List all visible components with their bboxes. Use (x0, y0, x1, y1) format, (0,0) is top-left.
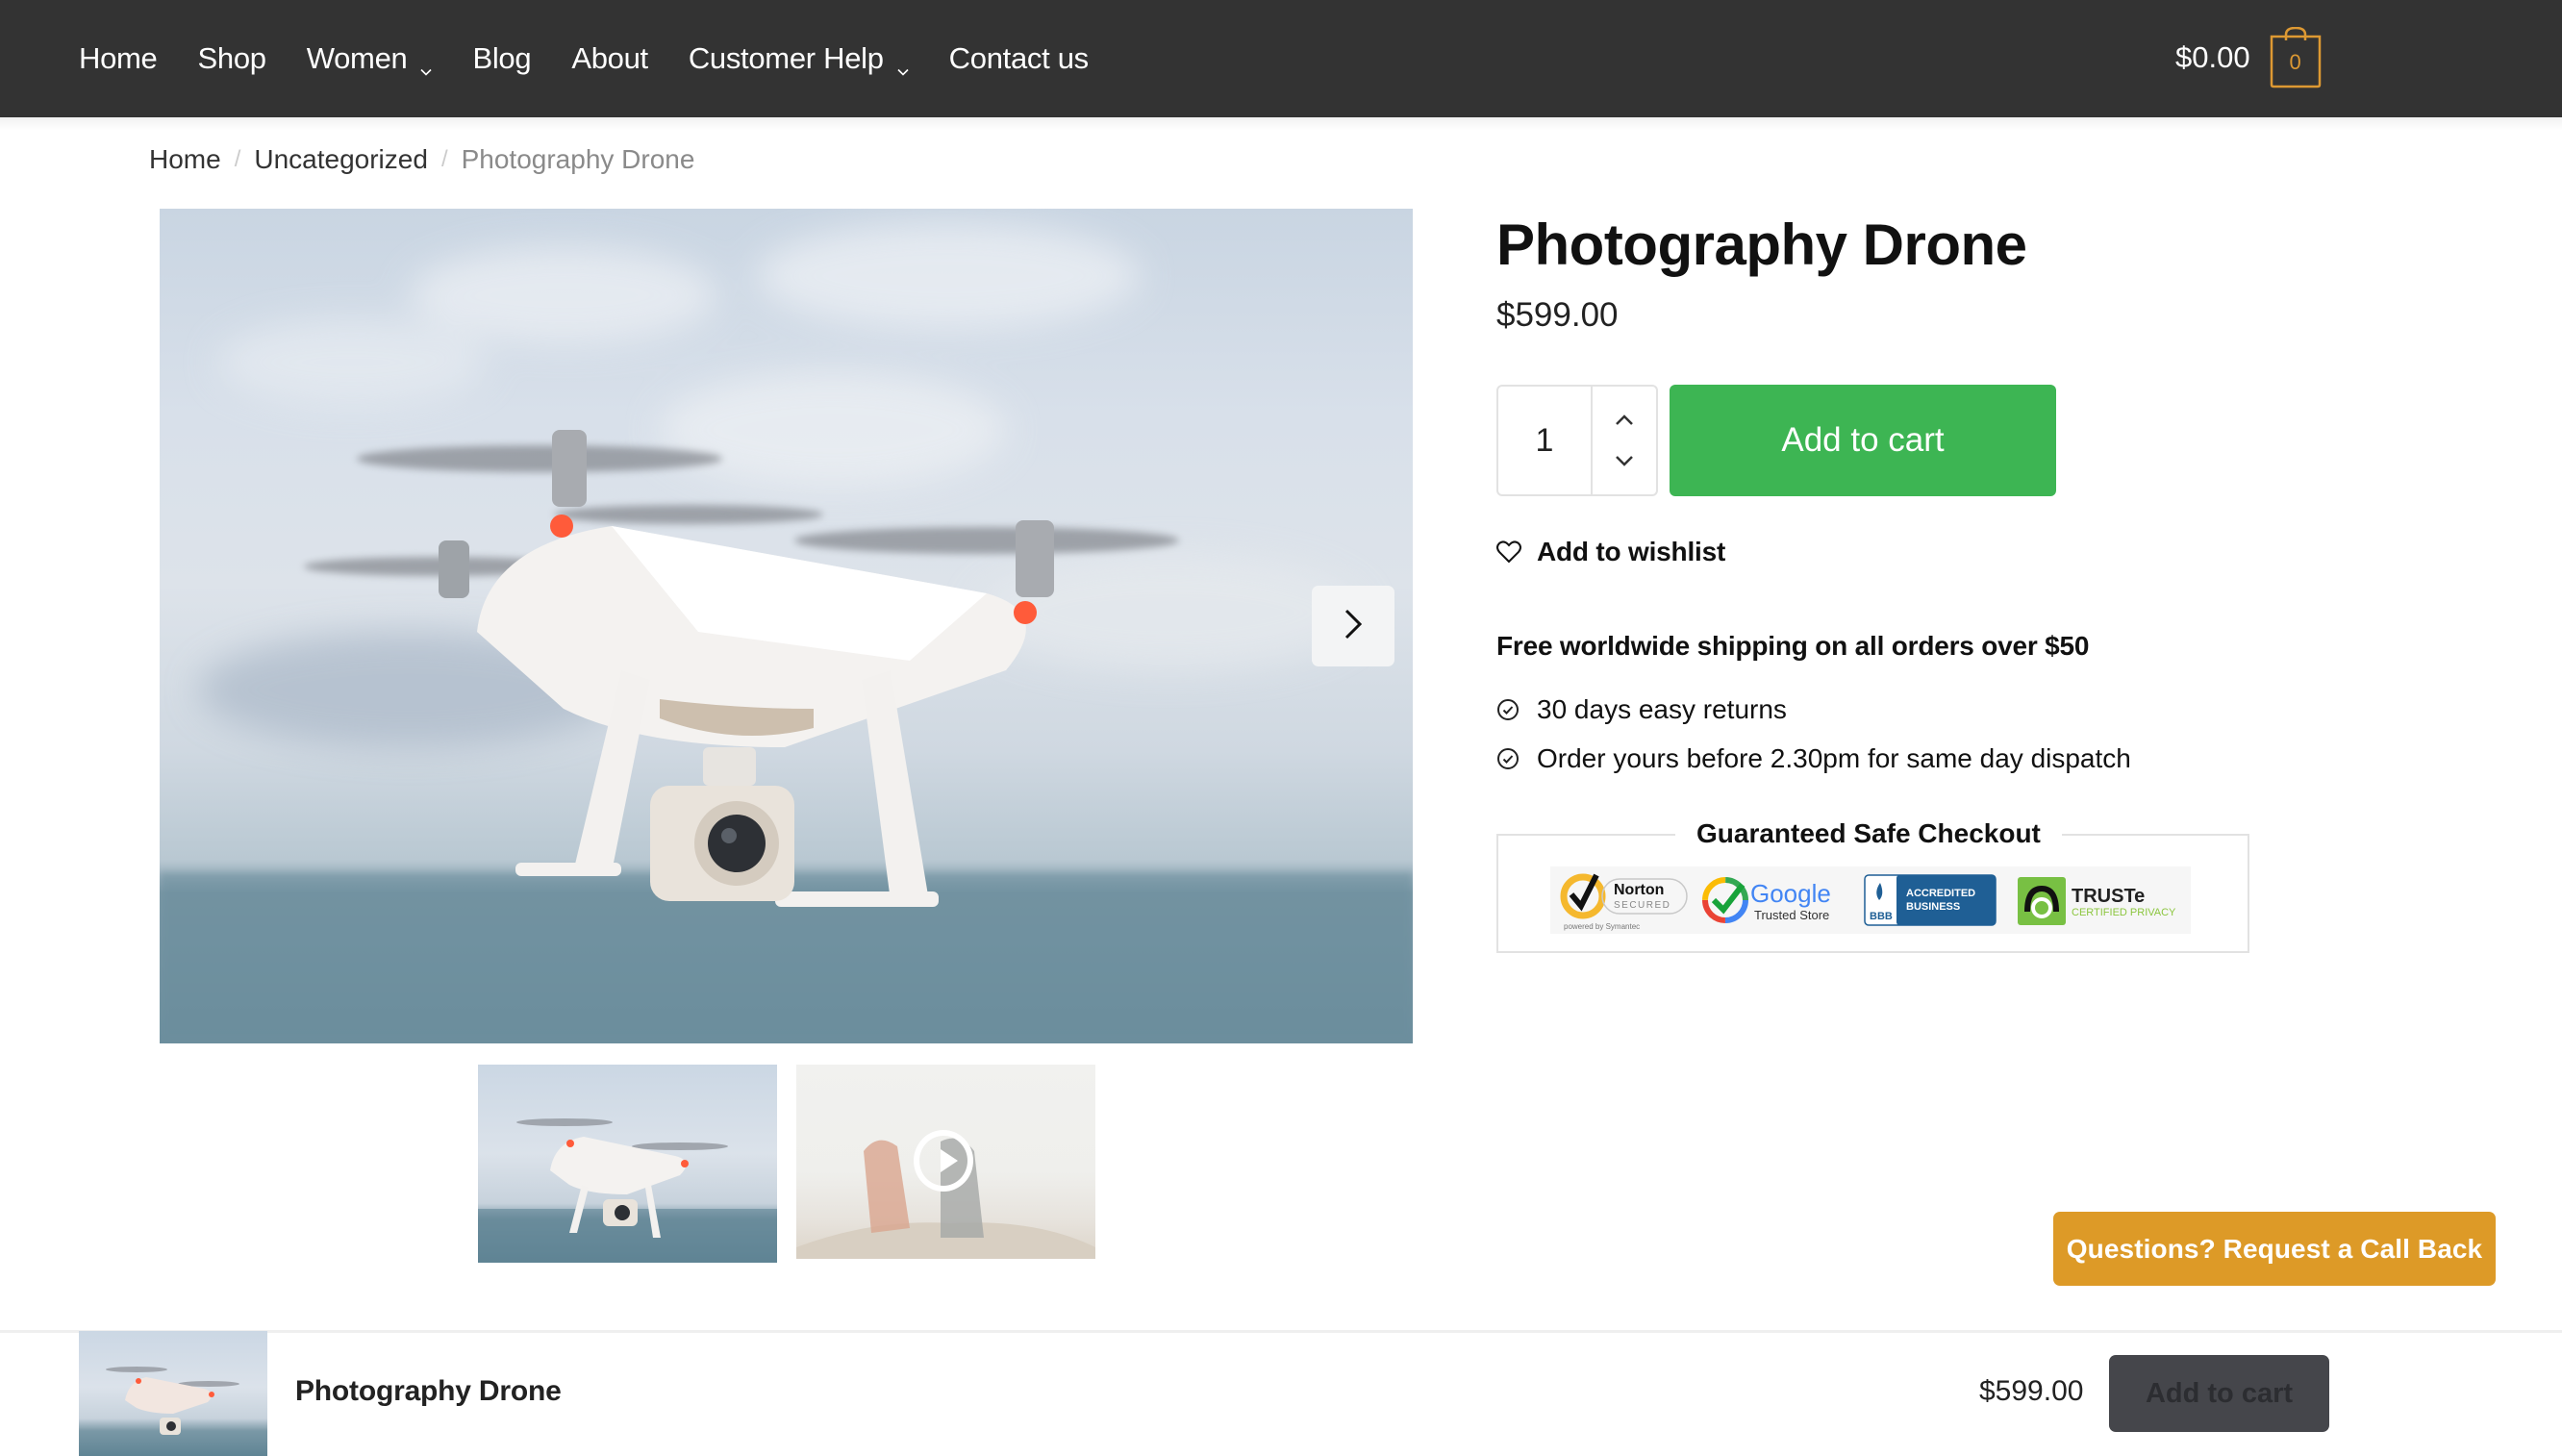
svg-text:CERTIFIED PRIVACY: CERTIFIED PRIVACY (2072, 907, 2176, 918)
request-call-back-button[interactable]: Questions? Request a Call Back (2053, 1212, 2496, 1286)
truste-certified-badge: TRUSTe CERTIFIED PRIVACY (2016, 871, 2198, 929)
shipping-note: Free worldwide shipping on all orders ov… (1496, 631, 2090, 661)
shopping-bag-icon: 0 (2270, 27, 2322, 88)
drone-thumbnail-illustration (106, 1367, 239, 1435)
svg-text:TRUSTe: TRUSTe (2072, 886, 2145, 907)
cart-total: $0.00 (2175, 40, 2250, 74)
check-circle-icon (1497, 699, 1519, 720)
quantity-increase-button[interactable] (1610, 410, 1639, 431)
norton-logo-icon: Norton SECURED powered by Symantec (1560, 873, 1688, 931)
quantity-step-buttons (1593, 387, 1656, 494)
wishlist-label: Add to wishlist (1537, 537, 1726, 566)
sticky-product-title: Photography Drone (295, 1375, 562, 1407)
product-main-image[interactable] (160, 209, 1413, 1043)
quantity-stepper: 1 (1496, 385, 1658, 496)
drone-illustration (160, 223, 1413, 1043)
breadcrumb-uncategorized[interactable]: Uncategorized (254, 144, 428, 175)
chevron-down-icon (1616, 456, 1633, 466)
add-to-wishlist-link[interactable]: Add to wishlist (1496, 537, 1725, 567)
site-header: Home Shop Women Blog About Customer Help… (0, 0, 2562, 117)
safe-checkout-title: Guaranteed Safe Checkout (1675, 818, 2062, 849)
sticky-add-to-cart-button[interactable]: Add to cart (2109, 1355, 2329, 1432)
breadcrumb-home[interactable]: Home (149, 144, 221, 175)
nav-item-women[interactable]: Women (307, 41, 433, 76)
cart-count-badge: 0 (2289, 50, 2301, 74)
add-to-cart-button[interactable]: Add to cart (1670, 385, 2056, 496)
nav-label: Blog (472, 41, 532, 75)
quantity-input[interactable]: 1 (1498, 387, 1593, 494)
svg-text:SECURED: SECURED (1614, 900, 1670, 911)
google-trusted-store-badge: Google Trusted Store (1700, 871, 1854, 929)
perk-label: 30 days easy returns (1537, 694, 1787, 724)
nav-item-contact-us[interactable]: Contact us (948, 41, 1090, 76)
sticky-product-price: $599.00 (1979, 1375, 2084, 1407)
truste-logo-icon: TRUSTe CERTIFIED PRIVACY (2018, 877, 2176, 925)
nav-label: Home (79, 41, 158, 75)
breadcrumb: Home / Uncategorized / Photography Drone (149, 144, 694, 175)
perk-item: Order yours before 2.30pm for same day d… (1496, 743, 2131, 774)
gallery-thumbnail-drone[interactable] (478, 1065, 777, 1263)
svg-text:Trusted Store: Trusted Store (1754, 908, 1829, 922)
primary-nav: Home Shop Women Blog About Customer Help… (79, 0, 1129, 117)
heart-icon (1496, 540, 1521, 564)
nav-item-home[interactable]: Home (79, 41, 158, 76)
perk-label: Order yours before 2.30pm for same day d… (1537, 743, 2131, 773)
svg-text:BBB: BBB (1870, 911, 1893, 922)
nav-label: Women (306, 41, 408, 75)
header-cart[interactable]: $0.00 0 (2175, 27, 2322, 88)
svg-text:ACCREDITED: ACCREDITED (1906, 888, 1975, 899)
breadcrumb-separator: / (234, 146, 241, 172)
nav-item-customer-help[interactable]: Customer Help (689, 41, 909, 76)
svg-text:Google: Google (1750, 879, 1831, 908)
nav-label: Contact us (948, 41, 1090, 75)
gallery-thumbnail-video[interactable] (796, 1065, 1095, 1259)
bbb-logo-icon: BBB ACCREDITED BUSINESS (1864, 874, 1997, 926)
quantity-decrease-button[interactable] (1610, 450, 1639, 471)
nav-label: Customer Help (688, 41, 884, 75)
svg-text:powered by Symantec: powered by Symantec (1564, 922, 1640, 931)
trust-badges: Norton SECURED powered by Symantec Googl… (1550, 866, 2191, 934)
chevron-up-icon (1616, 414, 1633, 425)
nav-item-about[interactable]: About (571, 41, 648, 76)
nav-item-shop[interactable]: Shop (197, 41, 267, 76)
check-circle-icon (1497, 748, 1519, 769)
nav-label: About (571, 41, 648, 75)
nav-item-blog[interactable]: Blog (472, 41, 531, 76)
chevron-down-icon (897, 51, 909, 76)
google-logo-icon: Google Trusted Store (1702, 877, 1831, 923)
breadcrumb-current: Photography Drone (461, 144, 695, 174)
product-title: Photography Drone (1496, 213, 2027, 277)
svg-text:Norton: Norton (1614, 882, 1664, 898)
chevron-down-icon (420, 51, 433, 76)
norton-secured-badge: Norton SECURED powered by Symantec (1560, 871, 1691, 931)
header-shadow (0, 117, 2562, 131)
product-price: $599.00 (1496, 296, 1619, 334)
svg-text:BUSINESS: BUSINESS (1906, 901, 1960, 913)
breadcrumb-separator: / (440, 146, 448, 172)
gallery-next-button[interactable] (1312, 586, 1394, 666)
play-icon (914, 1130, 973, 1192)
sticky-product-thumbnail (79, 1331, 267, 1456)
drone-thumbnail-illustration (478, 1118, 777, 1263)
perk-item: 30 days easy returns (1496, 694, 1787, 725)
nav-label: Shop (197, 41, 267, 75)
play-triangle (941, 1149, 958, 1172)
chevron-right-icon (1342, 608, 1365, 645)
bbb-accredited-badge: BBB ACCREDITED BUSINESS (1864, 871, 1998, 929)
